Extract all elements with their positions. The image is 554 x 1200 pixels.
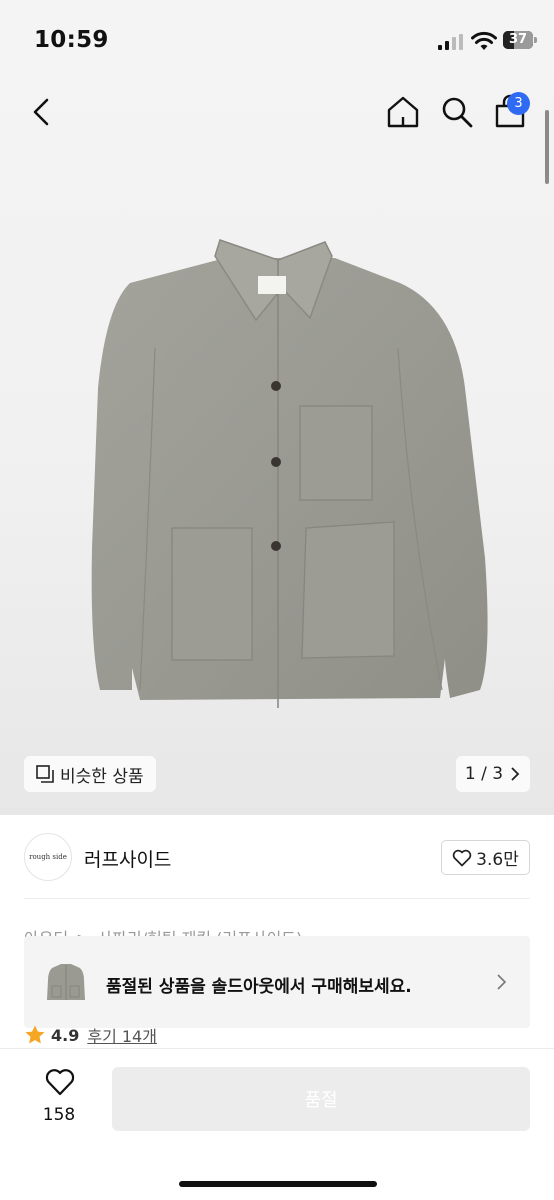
star-icon [25,1025,45,1044]
image-pager-text: 1 / 3 [464,764,504,784]
home-icon[interactable] [384,93,422,131]
cart-count-badge: 3 [507,92,530,115]
cellular-signal-icon [438,34,463,50]
similar-items-icon [36,765,54,783]
sold-out-button: 품절 [112,1067,530,1131]
status-bar: 10:59 37 [0,0,554,80]
rating-row: 4.9 후기 14개 [24,1024,157,1046]
divider [24,898,530,899]
heart-outline-icon [452,849,472,866]
rating-score: 4.9 [51,1025,80,1045]
brand-name[interactable]: 러프사이드 [84,845,171,872]
soldout-banner-message: 품절된 상품을 솔드아웃에서 구매해보세요. [106,977,412,997]
chevron-right-icon [511,767,520,781]
status-time: 10:59 [34,27,109,53]
product-photo-jacket [91,239,488,708]
heart-outline-icon [45,1069,75,1096]
brand-logo-text: rough side [29,853,67,861]
battery-icon: 37 [503,31,537,49]
image-pager-button[interactable]: 1 / 3 [456,756,530,792]
wishlist-count: 158 [42,1105,76,1125]
brand-like-count: 3.6만 [476,850,519,870]
battery-level: 37 [508,32,528,47]
soldout-promo-banner[interactable]: 품절된 상품을 솔드아웃에서 구매해보세요. [24,936,530,1028]
wishlist-button[interactable]: 158 [24,1068,94,1128]
similar-products-button[interactable]: 비슷한 상품 [24,756,156,792]
chevron-right-icon [497,974,507,990]
brand-logo[interactable]: rough side [24,833,72,881]
product-thumbnail [47,964,85,1000]
back-arrow-icon[interactable] [24,94,60,130]
similar-products-label: 비슷한 상품 [60,766,144,787]
scrollbar[interactable] [545,110,549,184]
home-indicator [179,1181,377,1187]
wifi-icon [471,31,497,50]
brand-like-button[interactable]: 3.6만 [441,840,530,875]
review-count-link[interactable]: 후기 14개 [87,1023,157,1047]
search-icon[interactable] [438,93,476,131]
